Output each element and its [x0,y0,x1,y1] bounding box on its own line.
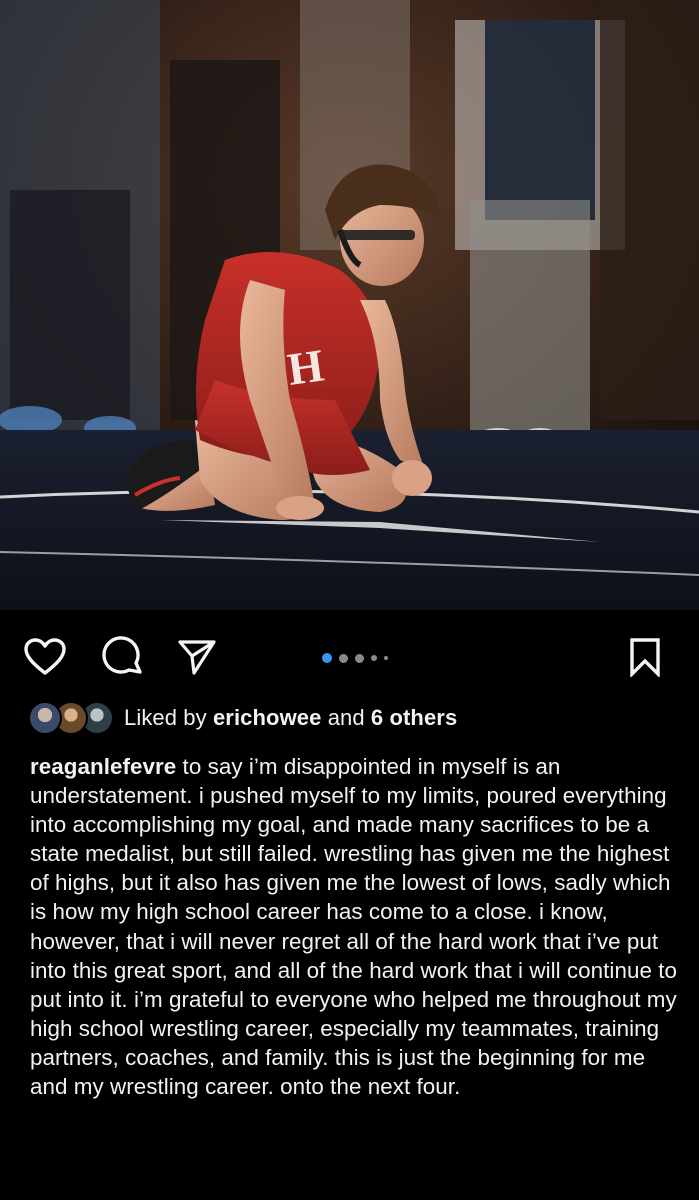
liked-middle: and [321,705,371,730]
carousel-dot-active [322,653,332,663]
caption-text: to say i’m disappointed in myself is an … [30,754,678,1100]
liked-username-link[interactable]: erichowee [213,705,322,730]
liked-prefix: Liked by [124,705,213,730]
liked-others-link[interactable]: 6 others [371,705,457,730]
bookmark-icon[interactable] [622,634,668,680]
action-bar [0,610,699,702]
carousel-dot [384,656,388,660]
carousel-dots [322,652,388,664]
avatar [28,701,62,735]
svg-text:H: H [284,339,327,395]
liked-by-row[interactable]: Liked by erichowee and 6 others [28,700,457,736]
paper-plane-icon[interactable] [174,634,220,680]
liker-avatars [28,701,114,735]
post-photo[interactable]: H [0,0,699,610]
liked-by-text: Liked by erichowee and 6 others [124,705,457,731]
carousel-dot [371,655,377,661]
carousel-dot [355,653,364,663]
post-caption: reaganlefevre to say i’m disappointed in… [30,752,680,1101]
comment-icon[interactable] [100,634,146,680]
instagram-post: H Liked by erichowee and 6 others reagan… [0,0,699,1200]
heart-icon[interactable] [22,634,68,680]
wrestler-photo: H [0,0,699,610]
carousel-dot [339,653,348,663]
caption-username-link[interactable]: reaganlefevre [30,754,176,779]
